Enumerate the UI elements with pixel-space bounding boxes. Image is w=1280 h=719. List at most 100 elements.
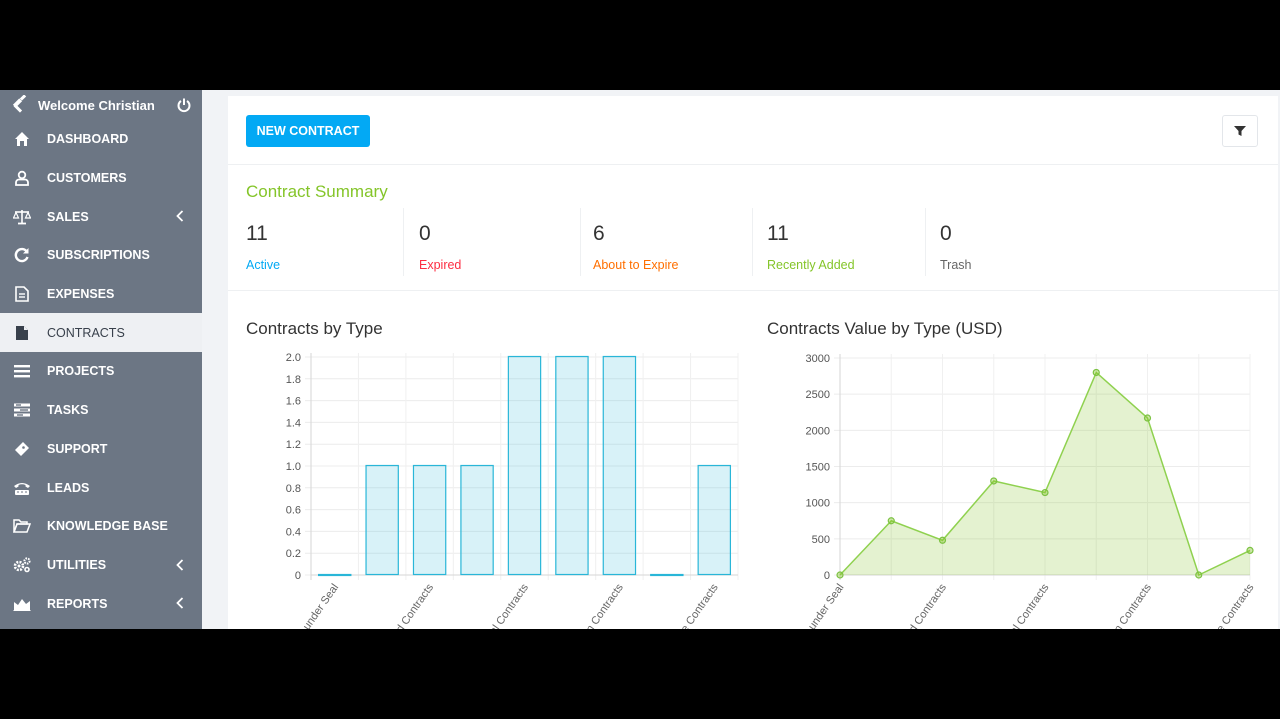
sidebar-item-expenses[interactable]: EXPENSES bbox=[0, 275, 202, 314]
bar[interactable] bbox=[555, 355, 589, 576]
app-window: Welcome Christian DASHBOARD CUSTOMERS SALE… bbox=[0, 90, 1280, 629]
data-point[interactable] bbox=[1041, 488, 1049, 497]
sidebar-item-label: SUPPORT bbox=[47, 441, 108, 456]
logout-power-icon[interactable] bbox=[176, 97, 192, 113]
stat-separator bbox=[925, 208, 926, 276]
file-icon bbox=[13, 324, 31, 342]
x-tick-label: ed Contracts bbox=[390, 581, 436, 629]
sidebar-item-utilities[interactable]: UTILITIES bbox=[0, 546, 202, 585]
y-tick-label: 2000 bbox=[806, 425, 830, 437]
sidebar-item-contracts[interactable]: CONTRACTS bbox=[0, 313, 202, 353]
stat-value: 0 bbox=[940, 222, 952, 245]
sidebar-item-label: SUBSCRIPTIONS bbox=[47, 248, 150, 263]
sidebar-item-label: CONTRACTS bbox=[47, 325, 125, 340]
x-tick-label: s under Seal bbox=[296, 582, 341, 629]
bar[interactable] bbox=[602, 355, 637, 576]
sidebar-item-reports[interactable]: REPORTS bbox=[0, 584, 202, 623]
sidebar-item-projects[interactable]: PROJECTS bbox=[0, 352, 202, 391]
x-tick-label: le Contracts bbox=[1213, 581, 1257, 629]
stat-value: 6 bbox=[593, 222, 605, 245]
stat-label[interactable]: Trash bbox=[940, 258, 972, 272]
sidebar-item-customers[interactable]: CUSTOMERS bbox=[0, 159, 202, 198]
file-text-icon bbox=[13, 285, 31, 303]
x-tick-label: n Contracts bbox=[1112, 581, 1154, 629]
tasks-icon bbox=[13, 401, 31, 419]
y-tick-label: 2500 bbox=[806, 389, 830, 401]
stat-separator bbox=[580, 208, 581, 276]
welcome-text: Welcome Christian bbox=[38, 97, 155, 113]
sidebar-item-label: UTILITIES bbox=[47, 557, 107, 572]
area-chart-icon bbox=[13, 595, 31, 613]
sidebar-item-label: EXPENSES bbox=[47, 287, 115, 302]
x-tick-label: al Contracts bbox=[487, 581, 531, 629]
stat-recently-added: 11 Recently Added bbox=[767, 208, 939, 276]
sidebar-header: Welcome Christian bbox=[0, 90, 202, 120]
stat-value: 11 bbox=[246, 222, 268, 245]
bar[interactable] bbox=[412, 464, 447, 576]
sidebar-item-tasks[interactable]: TASKS bbox=[0, 391, 202, 430]
y-tick-label: 0 bbox=[295, 570, 301, 582]
sidebar-item-support[interactable]: SUPPORT bbox=[0, 430, 202, 469]
contract-summary-title: Contract Summary bbox=[246, 182, 388, 201]
data-point[interactable] bbox=[1143, 414, 1152, 422]
stat-separator bbox=[752, 208, 753, 276]
bar[interactable] bbox=[697, 464, 732, 576]
bars-icon bbox=[13, 362, 31, 380]
stat-value: 11 bbox=[767, 222, 789, 245]
stat-label[interactable]: Expired bbox=[419, 258, 461, 272]
ticket-icon bbox=[13, 440, 31, 458]
sidebar-item-label: DASHBOARD bbox=[47, 132, 129, 147]
x-tick-label: n Contracts bbox=[584, 581, 626, 629]
bar[interactable] bbox=[507, 355, 542, 576]
data-point[interactable] bbox=[887, 517, 895, 525]
y-tick-label: 3000 bbox=[806, 353, 830, 365]
folder-open-icon bbox=[13, 517, 31, 535]
divider bbox=[228, 290, 1278, 291]
stat-label[interactable]: Recently Added bbox=[767, 258, 855, 272]
contracts-value-chart: 3000 2500 2000 1500 1000 500 0s under Seal ed C… bbox=[801, 353, 1257, 629]
gavel-icon bbox=[10, 93, 28, 116]
divider bbox=[228, 164, 1278, 165]
y-tick-label: 0.8 bbox=[286, 483, 301, 495]
filter-icon bbox=[1234, 126, 1246, 136]
sidebar-item-dashboard[interactable]: DASHBOARD bbox=[0, 120, 202, 159]
sidebar-item-sales[interactable]: SALES bbox=[0, 197, 202, 236]
y-tick-label: 1.2 bbox=[286, 439, 301, 451]
y-tick-label: 500 bbox=[812, 534, 830, 546]
stat-separator bbox=[403, 208, 404, 276]
y-tick-label: 0.4 bbox=[286, 526, 301, 538]
cogs-icon bbox=[13, 556, 31, 574]
y-tick-label: 0 bbox=[824, 570, 830, 582]
y-tick-label: 1.6 bbox=[286, 396, 301, 408]
tty-icon bbox=[13, 479, 31, 497]
bar[interactable] bbox=[317, 573, 352, 577]
data-point[interactable] bbox=[1246, 546, 1254, 555]
data-point[interactable] bbox=[836, 571, 844, 579]
data-point[interactable] bbox=[990, 477, 998, 485]
data-point[interactable] bbox=[938, 536, 947, 544]
y-tick-label: 0.2 bbox=[286, 548, 301, 560]
x-tick-label: s under Seal bbox=[801, 582, 846, 629]
sidebar: Welcome Christian DASHBOARD CUSTOMERS SALE… bbox=[0, 90, 202, 629]
bar[interactable] bbox=[365, 464, 399, 576]
data-point[interactable] bbox=[1195, 571, 1203, 579]
data-point[interactable] bbox=[1092, 368, 1100, 377]
chevron-left-icon[interactable] bbox=[176, 558, 186, 571]
stat-label[interactable]: Active bbox=[246, 258, 280, 272]
sidebar-item-subscriptions[interactable]: SUBSCRIPTIONS bbox=[0, 236, 202, 275]
sidebar-item-label: SALES bbox=[47, 209, 89, 224]
new-contract-button[interactable]: NEW CONTRACT bbox=[246, 115, 370, 147]
chevron-left-icon[interactable] bbox=[176, 597, 186, 609]
stat-label[interactable]: About to Expire bbox=[593, 258, 678, 272]
chevron-left-icon[interactable] bbox=[176, 210, 186, 223]
x-tick-label: le Contracts bbox=[677, 581, 721, 629]
bar[interactable] bbox=[460, 464, 494, 576]
contracts-by-type-title: Contracts by Type bbox=[246, 319, 383, 338]
filter-button[interactable] bbox=[1222, 115, 1258, 147]
sidebar-item-leads[interactable]: LEADS bbox=[0, 468, 202, 507]
sidebar-item-knowledge-base[interactable]: KNOWLEDGE BASE bbox=[0, 507, 202, 546]
y-tick-label: 1.8 bbox=[286, 374, 301, 386]
y-tick-label: 0.6 bbox=[286, 505, 301, 517]
bar[interactable] bbox=[650, 573, 684, 577]
balance-scale-icon bbox=[13, 208, 31, 226]
